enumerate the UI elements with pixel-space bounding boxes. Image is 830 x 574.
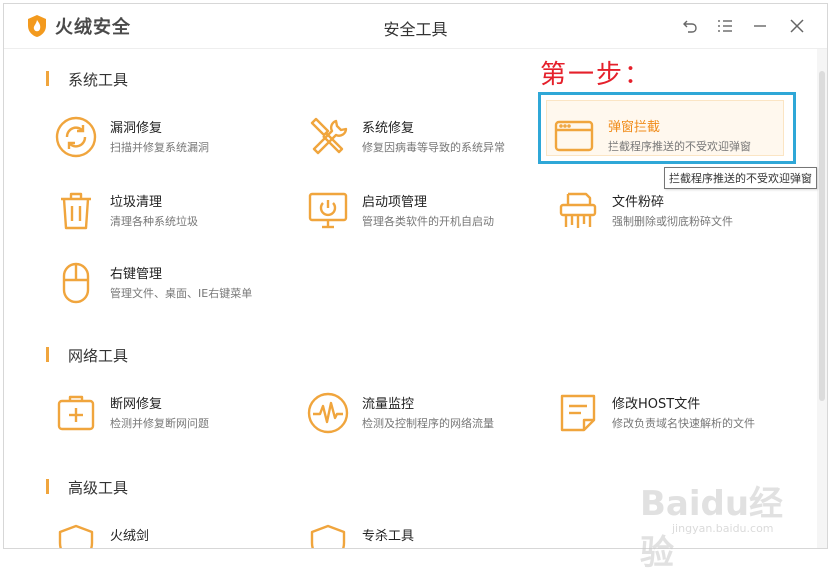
menu-button[interactable] — [715, 16, 735, 36]
tool-name: 火绒剑 — [110, 529, 150, 544]
tool-desc: 强制删除或彻底粉碎文件 — [612, 215, 733, 228]
shield-icon — [306, 523, 350, 548]
shredder-icon — [556, 189, 600, 233]
menu-list-icon — [718, 20, 732, 32]
tool-desc: 检测并修复断网问题 — [110, 417, 209, 430]
tool-desc: 检测及控制程序的网络流量 — [362, 417, 494, 430]
trash-icon — [54, 189, 98, 233]
minimize-icon — [754, 25, 766, 27]
tool-name: 右键管理 — [110, 267, 163, 282]
monitor-power-icon — [306, 189, 350, 233]
document-edit-icon — [556, 391, 600, 435]
wrench-screwdriver-icon — [306, 115, 350, 159]
tool-name: 启动项管理 — [362, 195, 428, 210]
pulse-gauge-icon — [306, 391, 350, 435]
tool-edit-hosts[interactable]: 修改HOST文件 修改负责域名快速解析的文件 — [556, 391, 796, 447]
annotation-highlight-box — [538, 92, 796, 164]
shield-icon — [54, 523, 98, 548]
tool-startup-manager[interactable]: 启动项管理 管理各类软件的开机自启动 — [306, 189, 546, 245]
tool-file-shredder[interactable]: 文件粉碎 强制删除或彻底粉碎文件 — [556, 189, 796, 245]
back-arrow-icon — [683, 20, 697, 33]
tool-desc: 清理各种系统垃圾 — [110, 215, 198, 228]
tool-desc: 管理文件、桌面、IE右键菜单 — [110, 287, 253, 300]
tool-special-removal[interactable]: 专杀工具 — [306, 523, 546, 548]
tool-name: 垃圾清理 — [110, 195, 163, 210]
section-title-advanced: 高级工具 — [46, 477, 128, 498]
refresh-circle-icon — [54, 115, 98, 159]
section-title-system: 系统工具 — [46, 69, 128, 90]
tooltip: 拦截程序推送的不受欢迎弹窗 — [664, 167, 817, 189]
tool-desc: 管理各类软件的开机自启动 — [362, 215, 494, 228]
tool-desc: 修改负责域名快速解析的文件 — [612, 417, 755, 430]
mouse-icon — [54, 261, 98, 305]
first-aid-kit-icon — [54, 391, 98, 435]
tool-context-menu-manager[interactable]: 右键管理 管理文件、桌面、IE右键菜单 — [54, 261, 294, 317]
tool-network-repair[interactable]: 断网修复 检测并修复断网问题 — [54, 391, 294, 447]
tool-name: 文件粉碎 — [612, 195, 665, 210]
tool-desc: 扫描并修复系统漏洞 — [110, 141, 209, 154]
title-bar: 火绒安全 安全工具 — [4, 4, 827, 49]
section-title-network: 网络工具 — [46, 345, 128, 366]
baidu-watermark: Baidu经验 jingyan.baidu.com — [636, 462, 816, 573]
window-title: 安全工具 — [383, 20, 448, 39]
watermark-subtext: jingyan.baidu.com — [672, 522, 774, 535]
annotation-step-label: 第一步： — [540, 60, 653, 90]
tool-huorong-sword[interactable]: 火绒剑 — [54, 523, 294, 548]
scrollbar[interactable] — [817, 49, 827, 548]
close-button[interactable] — [787, 16, 807, 36]
tool-desc: 修复因病毒等导致的系统异常 — [362, 141, 505, 154]
tool-system-repair[interactable]: 系统修复 修复因病毒等导致的系统异常 — [306, 115, 546, 171]
tool-name: 漏洞修复 — [110, 121, 163, 136]
scroll-thumb[interactable] — [819, 71, 825, 401]
back-button[interactable] — [680, 16, 700, 36]
tool-name: 专杀工具 — [362, 529, 415, 544]
tool-name: 修改HOST文件 — [612, 397, 701, 412]
close-icon — [790, 19, 804, 33]
tool-vuln-repair[interactable]: 漏洞修复 扫描并修复系统漏洞 — [54, 115, 294, 171]
tool-junk-cleanup[interactable]: 垃圾清理 清理各种系统垃圾 — [54, 189, 294, 245]
tool-name: 断网修复 — [110, 397, 163, 412]
tool-name: 系统修复 — [362, 121, 415, 136]
tool-name: 流量监控 — [362, 397, 415, 412]
tool-traffic-monitor[interactable]: 流量监控 检测及控制程序的网络流量 — [306, 391, 546, 447]
minimize-button[interactable] — [750, 16, 770, 36]
